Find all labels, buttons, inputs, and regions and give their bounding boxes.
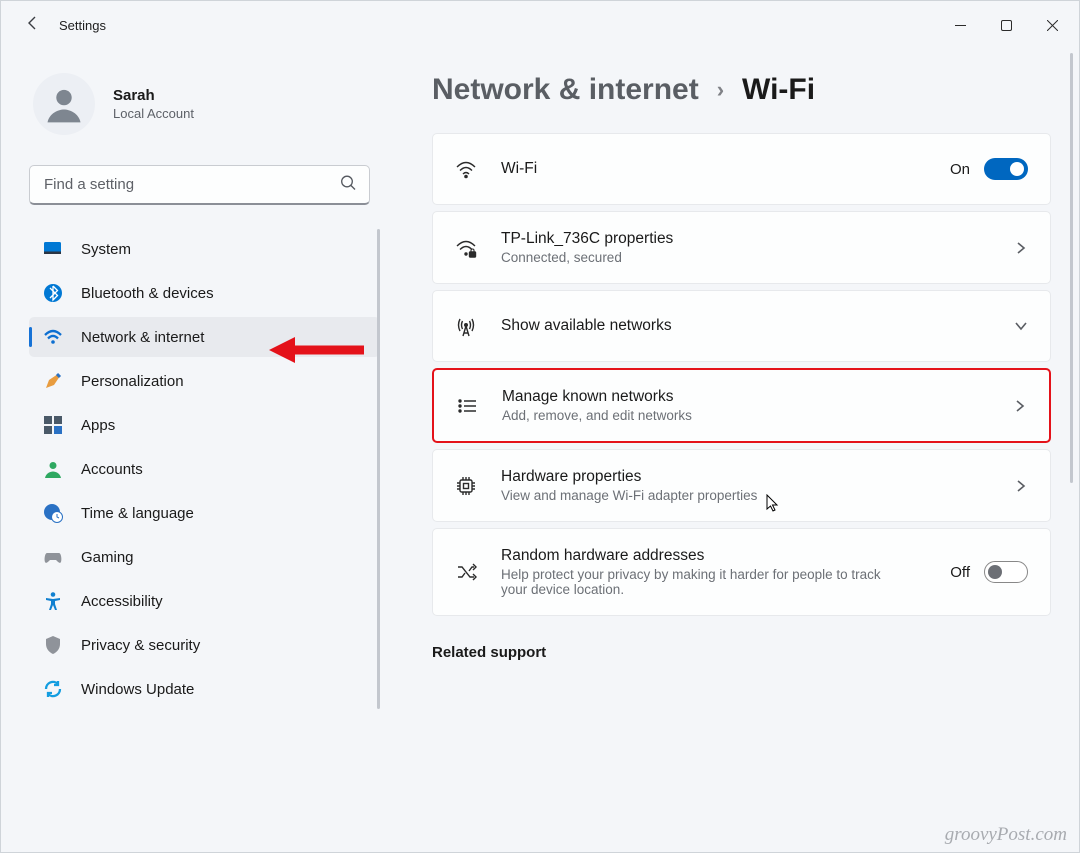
gamepad-icon [43, 547, 63, 567]
window-title: Settings [59, 18, 106, 33]
chevron-right-icon [1014, 479, 1028, 493]
toggle-state-label: Off [950, 564, 970, 581]
nav-label: Windows Update [81, 681, 194, 698]
card-title: Random hardware addresses [501, 547, 926, 565]
shield-icon [43, 635, 63, 655]
wifi-toggle[interactable] [984, 158, 1028, 180]
nav-item-personalization[interactable]: Personalization [29, 361, 380, 401]
user-account-card[interactable]: Sarah Local Account [29, 73, 380, 135]
nav-item-network[interactable]: Network & internet [29, 317, 380, 357]
breadcrumb: Network & internet › Wi-Fi [432, 73, 1051, 107]
wifi-icon [43, 327, 63, 347]
nav-item-update[interactable]: Windows Update [29, 669, 380, 709]
card-available-networks[interactable]: Show available networks [432, 290, 1051, 362]
nav-label: Bluetooth & devices [81, 285, 214, 302]
nav-item-privacy[interactable]: Privacy & security [29, 625, 380, 665]
card-wifi-toggle[interactable]: Wi-Fi On [432, 133, 1051, 205]
nav-label: Gaming [81, 549, 134, 566]
user-name: Sarah [113, 87, 194, 104]
card-title: Hardware properties [501, 468, 990, 486]
main-content: Network & internet › Wi-Fi Wi-Fi On TP-L… [396, 49, 1079, 852]
card-title: TP-Link_736C properties [501, 230, 990, 248]
watermark: groovyPost.com [945, 824, 1067, 846]
chevron-right-icon [1014, 241, 1028, 255]
nav-item-apps[interactable]: Apps [29, 405, 380, 445]
card-subtitle: Add, remove, and edit networks [502, 408, 989, 423]
search-icon [340, 175, 356, 196]
system-icon [43, 239, 63, 259]
card-subtitle: Connected, secured [501, 250, 990, 265]
maximize-button[interactable] [983, 9, 1029, 41]
titlebar: Settings [1, 1, 1079, 49]
sidebar-scrollbar[interactable] [377, 229, 380, 709]
toggle-state-label: On [950, 161, 970, 178]
nav-label: Network & internet [81, 329, 204, 346]
main-scrollbar[interactable] [1070, 53, 1073, 483]
random-hardware-toggle[interactable] [984, 561, 1028, 583]
nav-label: Time & language [81, 505, 194, 522]
chip-icon [455, 475, 477, 497]
search-input[interactable] [29, 165, 370, 205]
nav-label: Personalization [81, 373, 184, 390]
nav-label: System [81, 241, 131, 258]
card-title: Manage known networks [502, 388, 989, 406]
nav-label: Apps [81, 417, 115, 434]
card-title: Wi-Fi [501, 160, 926, 178]
related-support-heading: Related support [432, 644, 1051, 661]
back-button[interactable] [25, 15, 41, 36]
card-manage-known-networks[interactable]: Manage known networks Add, remove, and e… [432, 368, 1051, 443]
card-hardware-properties[interactable]: Hardware properties View and manage Wi-F… [432, 449, 1051, 522]
person-icon [43, 459, 63, 479]
nav-label: Privacy & security [81, 637, 200, 654]
sidebar: Sarah Local Account System Bluetooth & d… [1, 49, 396, 852]
user-account-type: Local Account [113, 106, 194, 121]
avatar [33, 73, 95, 135]
chevron-right-icon [1013, 399, 1027, 413]
bluetooth-icon [43, 283, 63, 303]
paintbrush-icon [43, 371, 63, 391]
nav-item-system[interactable]: System [29, 229, 380, 269]
nav-label: Accounts [81, 461, 143, 478]
minimize-button[interactable] [937, 9, 983, 41]
nav-item-time-language[interactable]: Time & language [29, 493, 380, 533]
chevron-down-icon [1014, 319, 1028, 333]
apps-icon [43, 415, 63, 435]
card-subtitle: View and manage Wi-Fi adapter properties [501, 488, 990, 503]
nav-item-accounts[interactable]: Accounts [29, 449, 380, 489]
card-subtitle: Help protect your privacy by making it h… [501, 567, 881, 597]
wifi-secured-icon [455, 237, 477, 259]
antenna-icon [455, 315, 477, 337]
accessibility-icon [43, 591, 63, 611]
wifi-icon [455, 158, 477, 180]
update-icon [43, 679, 63, 699]
breadcrumb-current: Wi-Fi [742, 73, 815, 107]
close-button[interactable] [1029, 9, 1075, 41]
chevron-right-icon: › [717, 77, 724, 103]
breadcrumb-parent[interactable]: Network & internet [432, 73, 699, 107]
card-connected-network[interactable]: TP-Link_736C properties Connected, secur… [432, 211, 1051, 284]
nav-item-gaming[interactable]: Gaming [29, 537, 380, 577]
nav-item-bluetooth[interactable]: Bluetooth & devices [29, 273, 380, 313]
list-icon [456, 395, 478, 417]
card-title: Show available networks [501, 317, 990, 335]
nav-label: Accessibility [81, 593, 163, 610]
card-random-hardware-addresses[interactable]: Random hardware addresses Help protect y… [432, 528, 1051, 616]
nav-item-accessibility[interactable]: Accessibility [29, 581, 380, 621]
shuffle-icon [455, 561, 477, 583]
nav-list: System Bluetooth & devices Network & int… [29, 229, 380, 709]
globe-clock-icon [43, 503, 63, 523]
